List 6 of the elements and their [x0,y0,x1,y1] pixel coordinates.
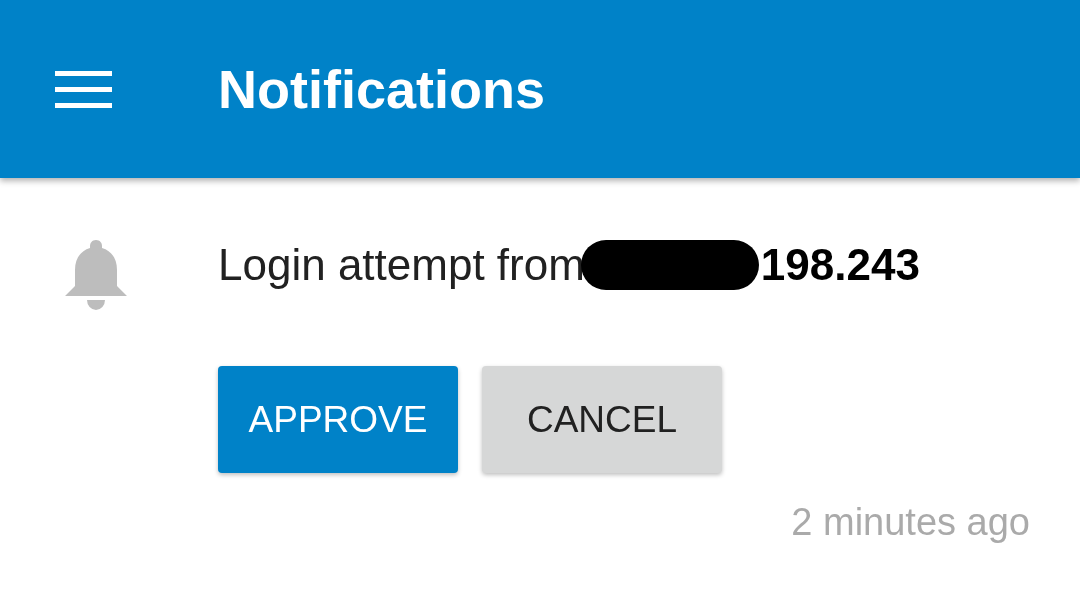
message-text: Login attempt from [218,239,585,291]
timestamp: 2 minutes ago [791,503,1030,541]
app-title: Notifications [218,62,545,116]
approve-button[interactable]: APPROVE [218,366,458,473]
ip-address: 198.243 [760,239,920,291]
cancel-button[interactable]: CANCEL [482,366,722,473]
